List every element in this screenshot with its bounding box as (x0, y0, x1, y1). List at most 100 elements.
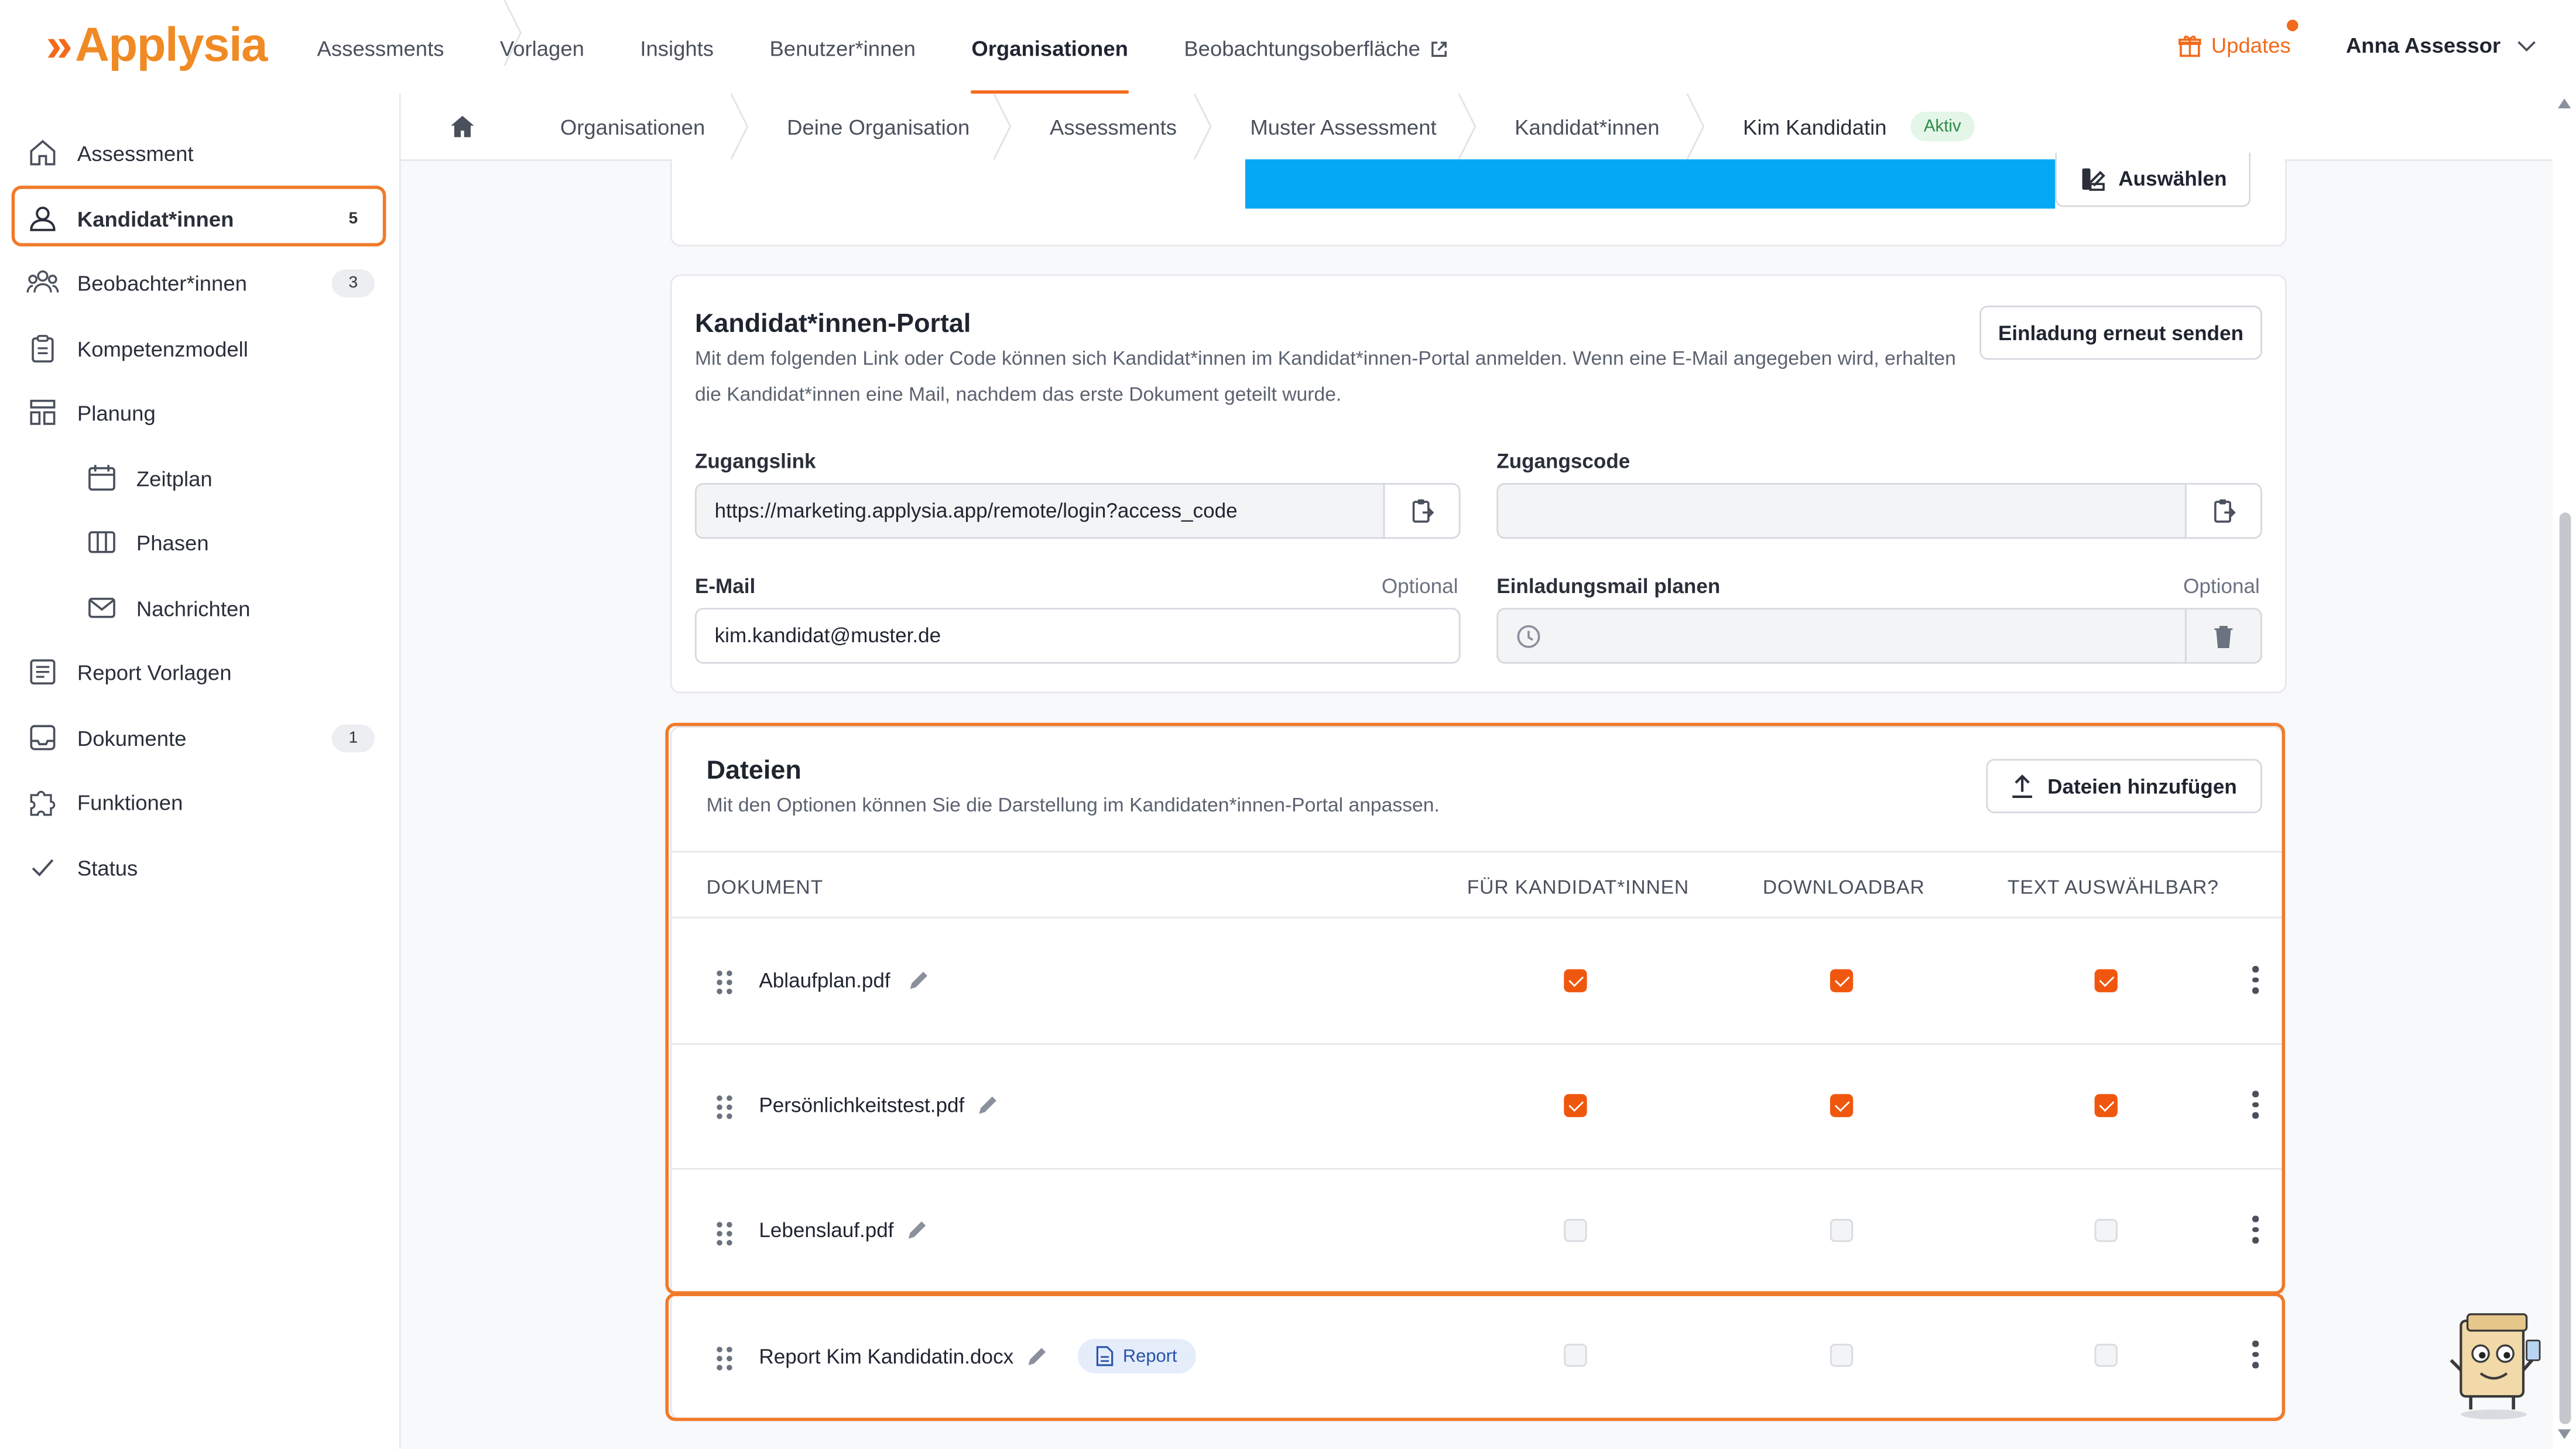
portal-title: Kandidat*innen-Portal (694, 310, 971, 339)
count-badge: 3 (331, 268, 375, 297)
copy-code-button[interactable] (2184, 482, 2262, 539)
sidebar-item-dokumente[interactable]: Dokumente 1 (26, 713, 375, 762)
nav-vorlagen[interactable]: Vorlagen (472, 0, 612, 94)
home-icon (26, 136, 59, 169)
access-link-label: Zugangslink (694, 450, 816, 474)
sidebar-item-status[interactable]: Status (26, 842, 375, 892)
nav-organisationen[interactable]: Organisationen (944, 0, 1156, 94)
clear-schedule-button[interactable] (2184, 608, 2262, 664)
email-field[interactable]: kim.kandidat@muster.de (694, 608, 1461, 664)
breadcrumb-item[interactable]: Kandidat*innen (1515, 94, 1659, 159)
email-label: E-Mail (694, 575, 756, 598)
breadcrumb-separator-icon (730, 93, 749, 160)
puzzle-icon (26, 785, 59, 818)
calendar-icon (85, 461, 118, 494)
scroll-down-arrow-icon[interactable] (2557, 1429, 2571, 1440)
sidebar-item-funktionen[interactable]: Funktionen (26, 777, 375, 826)
scrollbar-thumb[interactable] (2559, 512, 2571, 1424)
sidebar-item-label: Phasen (136, 529, 209, 555)
count-badge: 1 (331, 724, 375, 752)
nav-insights[interactable]: Insights (612, 0, 742, 94)
breadcrumb-item[interactable]: Organisationen (560, 94, 705, 159)
breadcrumb-item[interactable]: Muster Assessment (1250, 94, 1436, 159)
logo-text: Applysia (75, 19, 268, 73)
breadcrumb-home-icon[interactable] (450, 115, 475, 146)
nav-beobachtung-label: Beobachtungsoberfläche (1184, 36, 1420, 61)
columns-icon (85, 526, 118, 559)
clipboard-copy-icon (1412, 499, 1434, 523)
external-link-icon (1430, 42, 1446, 57)
mail-icon (85, 591, 118, 624)
nav-benutzer[interactable]: Benutzer*innen (742, 0, 944, 94)
group-icon (26, 266, 59, 299)
layout-icon (26, 396, 59, 429)
breadcrumb-item[interactable]: Deine Organisation (787, 94, 970, 159)
notification-dot (2286, 19, 2298, 32)
applysia-logo[interactable]: » Applysia (46, 19, 268, 74)
sidebar-item-label: Nachrichten (136, 595, 251, 621)
breadcrumb-separator-icon (993, 93, 1012, 160)
inbox-icon (26, 721, 59, 754)
access-code-input[interactable] (1496, 482, 2187, 539)
clock-icon (1516, 624, 1541, 657)
trash-icon (2214, 625, 2233, 648)
access-link-input[interactable]: https://marketing.applysia.app/remote/lo… (694, 482, 1385, 539)
email-optional-hint: Optional (1381, 575, 1458, 598)
updates-button[interactable]: Updates (2178, 33, 2291, 57)
resend-label: Einladung erneut senden (1998, 321, 2244, 344)
user-name: Anna Assessor (2345, 33, 2501, 58)
schedule-date-input[interactable] (1496, 608, 2187, 664)
breadcrumb-separator-icon (503, 0, 522, 66)
help-mascot-icon[interactable] (2444, 1311, 2543, 1420)
sidebar-highlight-box (11, 186, 386, 246)
logo-chevron-icon: » (46, 19, 73, 73)
color-picker-icon (2081, 168, 2105, 191)
sidebar-item-label: Beobachter*innen (77, 270, 247, 295)
sidebar-item-beobachterinnen[interactable]: Beobachter*innen 3 (26, 258, 375, 307)
check-icon (26, 851, 59, 884)
access-code-label: Zugangscode (1496, 450, 1630, 474)
sidebar-item-label: Dokumente (77, 725, 187, 750)
select-button[interactable]: Auswählen (2055, 152, 2251, 207)
sidebar-item-kompetenzmodell[interactable]: Kompetenzmodell (26, 324, 375, 373)
sidebar-item-nachrichten[interactable]: Nachrichten (85, 583, 375, 632)
sidebar-item-label: Kompetenzmodell (77, 335, 248, 361)
sidebar-item-label: Zeitplan (136, 465, 213, 491)
files-highlight-box (665, 722, 2286, 1295)
nav-assessments[interactable]: Assessments (317, 0, 472, 94)
top-navigation-bar: » Applysia Assessments Vorlagen Insights … (0, 0, 2576, 95)
color-preview-bar (1245, 159, 2056, 209)
clipboard-icon (26, 332, 59, 365)
report-icon (26, 656, 59, 688)
user-menu[interactable]: Anna Assessor (2346, 33, 2537, 57)
chevron-down-icon (2517, 40, 2536, 51)
status-badge: Aktiv (1910, 111, 1975, 142)
portal-description: Mit dem folgenden Link oder Code können … (694, 347, 1956, 406)
schedule-optional-hint: Optional (2183, 575, 2260, 598)
main-nav: Assessments Vorlagen Insights Benutzer*i… (317, 0, 1475, 94)
nav-beobachtungsoberflaeche[interactable]: Beobachtungsoberfläche (1156, 0, 1475, 94)
sidebar-item-report-vorlagen[interactable]: Report Vorlagen (26, 648, 375, 697)
sidebar-item-zeitplan[interactable]: Zeitplan (85, 453, 375, 502)
breadcrumb-separator-icon (1458, 93, 1477, 160)
sidebar-item-label: Funktionen (77, 789, 183, 814)
sidebar-item-label: Planung (77, 400, 156, 425)
breadcrumb-item[interactable]: Assessments (1050, 94, 1177, 159)
sidebar-item-phasen[interactable]: Phasen (85, 518, 375, 567)
report-row-highlight-box (665, 1293, 2286, 1421)
select-button-label: Auswählen (2118, 167, 2227, 191)
breadcrumb-separator-icon (1193, 93, 1212, 160)
updates-label: Updates (2211, 33, 2291, 58)
gift-icon (2178, 35, 2201, 56)
breadcrumb-separator-icon (1686, 93, 1705, 160)
sidebar-item-planung[interactable]: Planung (26, 388, 375, 437)
resend-invitation-button[interactable]: Einladung erneut senden (1979, 305, 2262, 360)
copy-link-button[interactable] (1383, 482, 1461, 539)
sidebar-item-assessment[interactable]: Assessment (26, 128, 375, 177)
clipboard-copy-icon (2213, 499, 2235, 523)
sidebar-item-label: Assessment (77, 140, 194, 166)
sidebar-item-label: Status (77, 855, 138, 880)
scroll-up-arrow-icon[interactable] (2557, 98, 2571, 109)
app-root: » Applysia Assessments Vorlagen Insights … (0, 0, 2576, 1449)
breadcrumb-item-current[interactable]: Kim Kandidatin (1743, 94, 1886, 159)
